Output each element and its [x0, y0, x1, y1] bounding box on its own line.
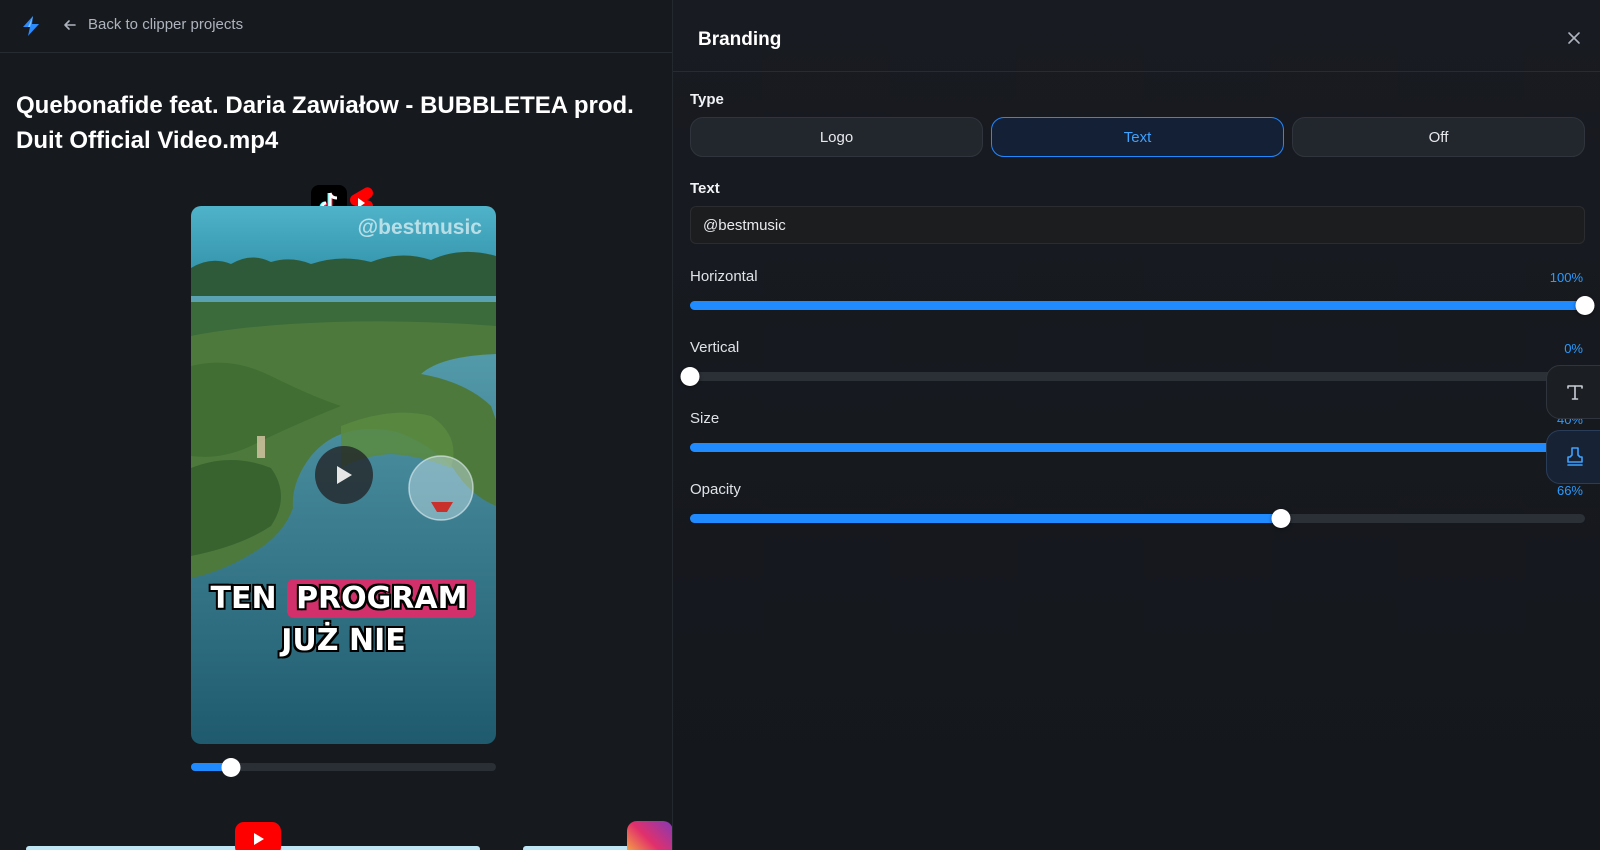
branding-watermark-text: @bestmusic	[357, 216, 482, 239]
slider-handle[interactable]	[1271, 509, 1291, 528]
caption-line-1: TEN PROGRAM	[191, 578, 496, 620]
type-option-logo[interactable]: Logo	[690, 117, 983, 157]
opacity-value: 66%	[1556, 483, 1583, 498]
caption-line-2: JUŻ NIE	[281, 623, 406, 658]
type-option-label: Logo	[819, 128, 854, 146]
branding-tool-button[interactable]	[1546, 430, 1600, 484]
panel-header: Branding	[673, 0, 1600, 72]
branding-text-input[interactable]	[690, 206, 1585, 244]
slider-handle[interactable]	[680, 367, 700, 386]
horizontal-value: 100%	[1549, 270, 1583, 285]
horizontal-label: Horizontal	[690, 268, 758, 285]
top-bar: Back to clipper projects	[0, 0, 672, 53]
slider-fill	[690, 514, 1281, 523]
panel-title: Branding	[698, 29, 782, 50]
type-option-label: Off	[1428, 128, 1449, 146]
vertical-slider[interactable]	[680, 367, 1585, 386]
slider-fill	[690, 301, 1585, 310]
instagram-icon	[627, 821, 672, 850]
branding-panel: Branding Type Logo Text Off Text Horizon…	[672, 0, 1600, 850]
video-player[interactable]: @bestmusic TEN PROGRAM JUŻ NIE	[191, 206, 496, 744]
video-caption: TEN PROGRAM JUŻ NIE	[191, 578, 496, 662]
horizontal-slider[interactable]	[690, 296, 1595, 315]
type-option-text[interactable]: Text	[991, 117, 1284, 157]
play-icon	[337, 466, 352, 484]
thumbnail-strip	[523, 846, 633, 850]
opacity-slider[interactable]	[690, 509, 1585, 528]
lightning-logo-icon[interactable]	[20, 15, 42, 37]
back-link-label: Back to clipper projects	[88, 16, 244, 33]
slider-handle[interactable]	[1575, 296, 1595, 315]
playback-timeline[interactable]	[191, 758, 496, 777]
back-to-projects-link[interactable]: Back to clipper projects	[62, 16, 243, 33]
video-title: Quebonafide feat. Daria Zawiałow - BUBBL…	[16, 92, 634, 154]
size-label: Size	[690, 410, 720, 427]
text-label: Text	[690, 180, 720, 197]
stamp-icon	[1567, 447, 1583, 466]
type-label: Type	[690, 91, 724, 108]
preview-pane: Back to clipper projects Quebonafide fea…	[0, 0, 672, 850]
text-tool-button[interactable]	[1546, 365, 1600, 419]
arrow-left-icon	[64, 19, 76, 30]
type-option-off[interactable]: Off	[1292, 117, 1585, 157]
opacity-label: Opacity	[690, 481, 741, 498]
slider-fill	[690, 443, 1585, 452]
youtube-icon	[235, 822, 281, 850]
vertical-value: 0%	[1564, 341, 1583, 356]
type-option-label: Text	[1123, 128, 1152, 146]
close-icon[interactable]	[1566, 30, 1582, 46]
size-slider[interactable]	[690, 443, 1585, 452]
timeline-scrubber[interactable]	[221, 758, 241, 777]
play-button[interactable]	[315, 446, 373, 504]
caption-word: TEN	[210, 581, 277, 616]
vertical-label: Vertical	[690, 339, 740, 356]
text-tool-icon	[1567, 385, 1583, 400]
caption-highlight-word: PROGRAM	[287, 579, 477, 618]
